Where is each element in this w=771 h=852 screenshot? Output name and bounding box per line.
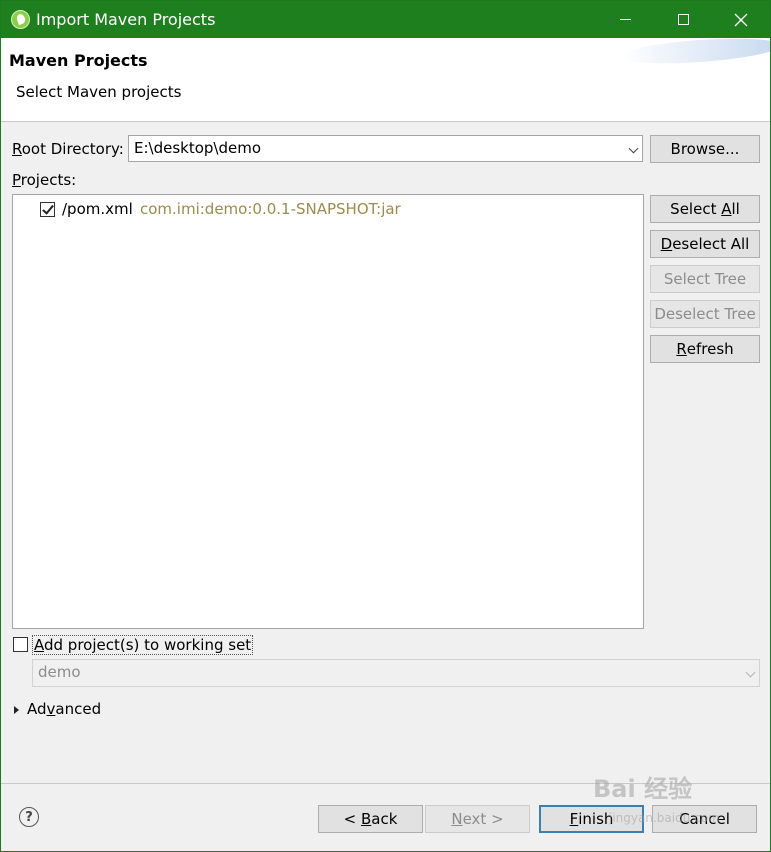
select-tree-button[interactable]: Select Tree [650,265,760,293]
spring-leaf-icon [11,10,30,29]
advanced-section-toggle[interactable]: Advanced [27,700,101,718]
help-icon[interactable]: ? [19,807,39,827]
select-all-button[interactable]: Select All [650,195,760,223]
root-directory-combo[interactable]: E:\desktop\demo [128,135,643,162]
chevron-down-icon [745,667,756,678]
projects-label: Projects: [12,171,77,189]
chevron-down-icon [628,143,639,154]
finish-button[interactable]: Finish [539,805,644,833]
baidu-watermark: Bai 经验 [593,775,693,803]
header-banner-graphic [619,38,770,68]
project-checkbox[interactable] [40,202,55,217]
page-description: Select Maven projects [16,83,182,101]
minimize-icon [619,19,631,20]
minimize-button[interactable] [596,1,654,38]
project-name: /pom.xml [62,200,133,218]
close-icon [734,13,748,26]
root-directory-value: E:\desktop\demo [134,139,262,157]
maximize-icon [677,14,689,25]
add-to-working-set-label[interactable]: Add project(s) to working set [32,635,254,655]
working-set-value: demo [38,663,81,681]
close-button[interactable] [712,1,770,38]
add-to-working-set-checkbox[interactable] [13,637,28,652]
page-title: Maven Projects [9,51,148,70]
title-bar: Import Maven Projects [1,1,770,38]
cancel-button[interactable]: Cancel [652,805,757,833]
maximize-button[interactable] [654,1,712,38]
root-directory-label: Root Directory: [12,140,124,158]
window-title: Import Maven Projects [36,10,216,29]
browse-button[interactable]: Browse... [650,135,760,163]
working-set-combo[interactable]: demo [32,659,760,687]
back-button[interactable]: < Back [318,805,423,833]
projects-tree[interactable]: /pom.xml com.imi:demo:0.0.1-SNAPSHOT:jar [12,194,644,629]
footer-separator [1,783,770,784]
deselect-tree-button[interactable]: Deselect Tree [650,300,760,328]
deselect-all-button[interactable]: Deselect All [650,230,760,258]
project-coordinates: com.imi:demo:0.0.1-SNAPSHOT:jar [140,200,401,218]
expand-triangle-icon[interactable] [14,706,19,714]
import-maven-projects-dialog: Import Maven Projects Maven Projects Sel… [0,0,771,852]
list-item[interactable]: /pom.xml com.imi:demo:0.0.1-SNAPSHOT:jar [13,197,643,221]
wizard-header: Maven Projects Select Maven projects [1,38,770,122]
next-button[interactable]: Next > [425,805,530,833]
refresh-button[interactable]: Refresh [650,335,760,363]
